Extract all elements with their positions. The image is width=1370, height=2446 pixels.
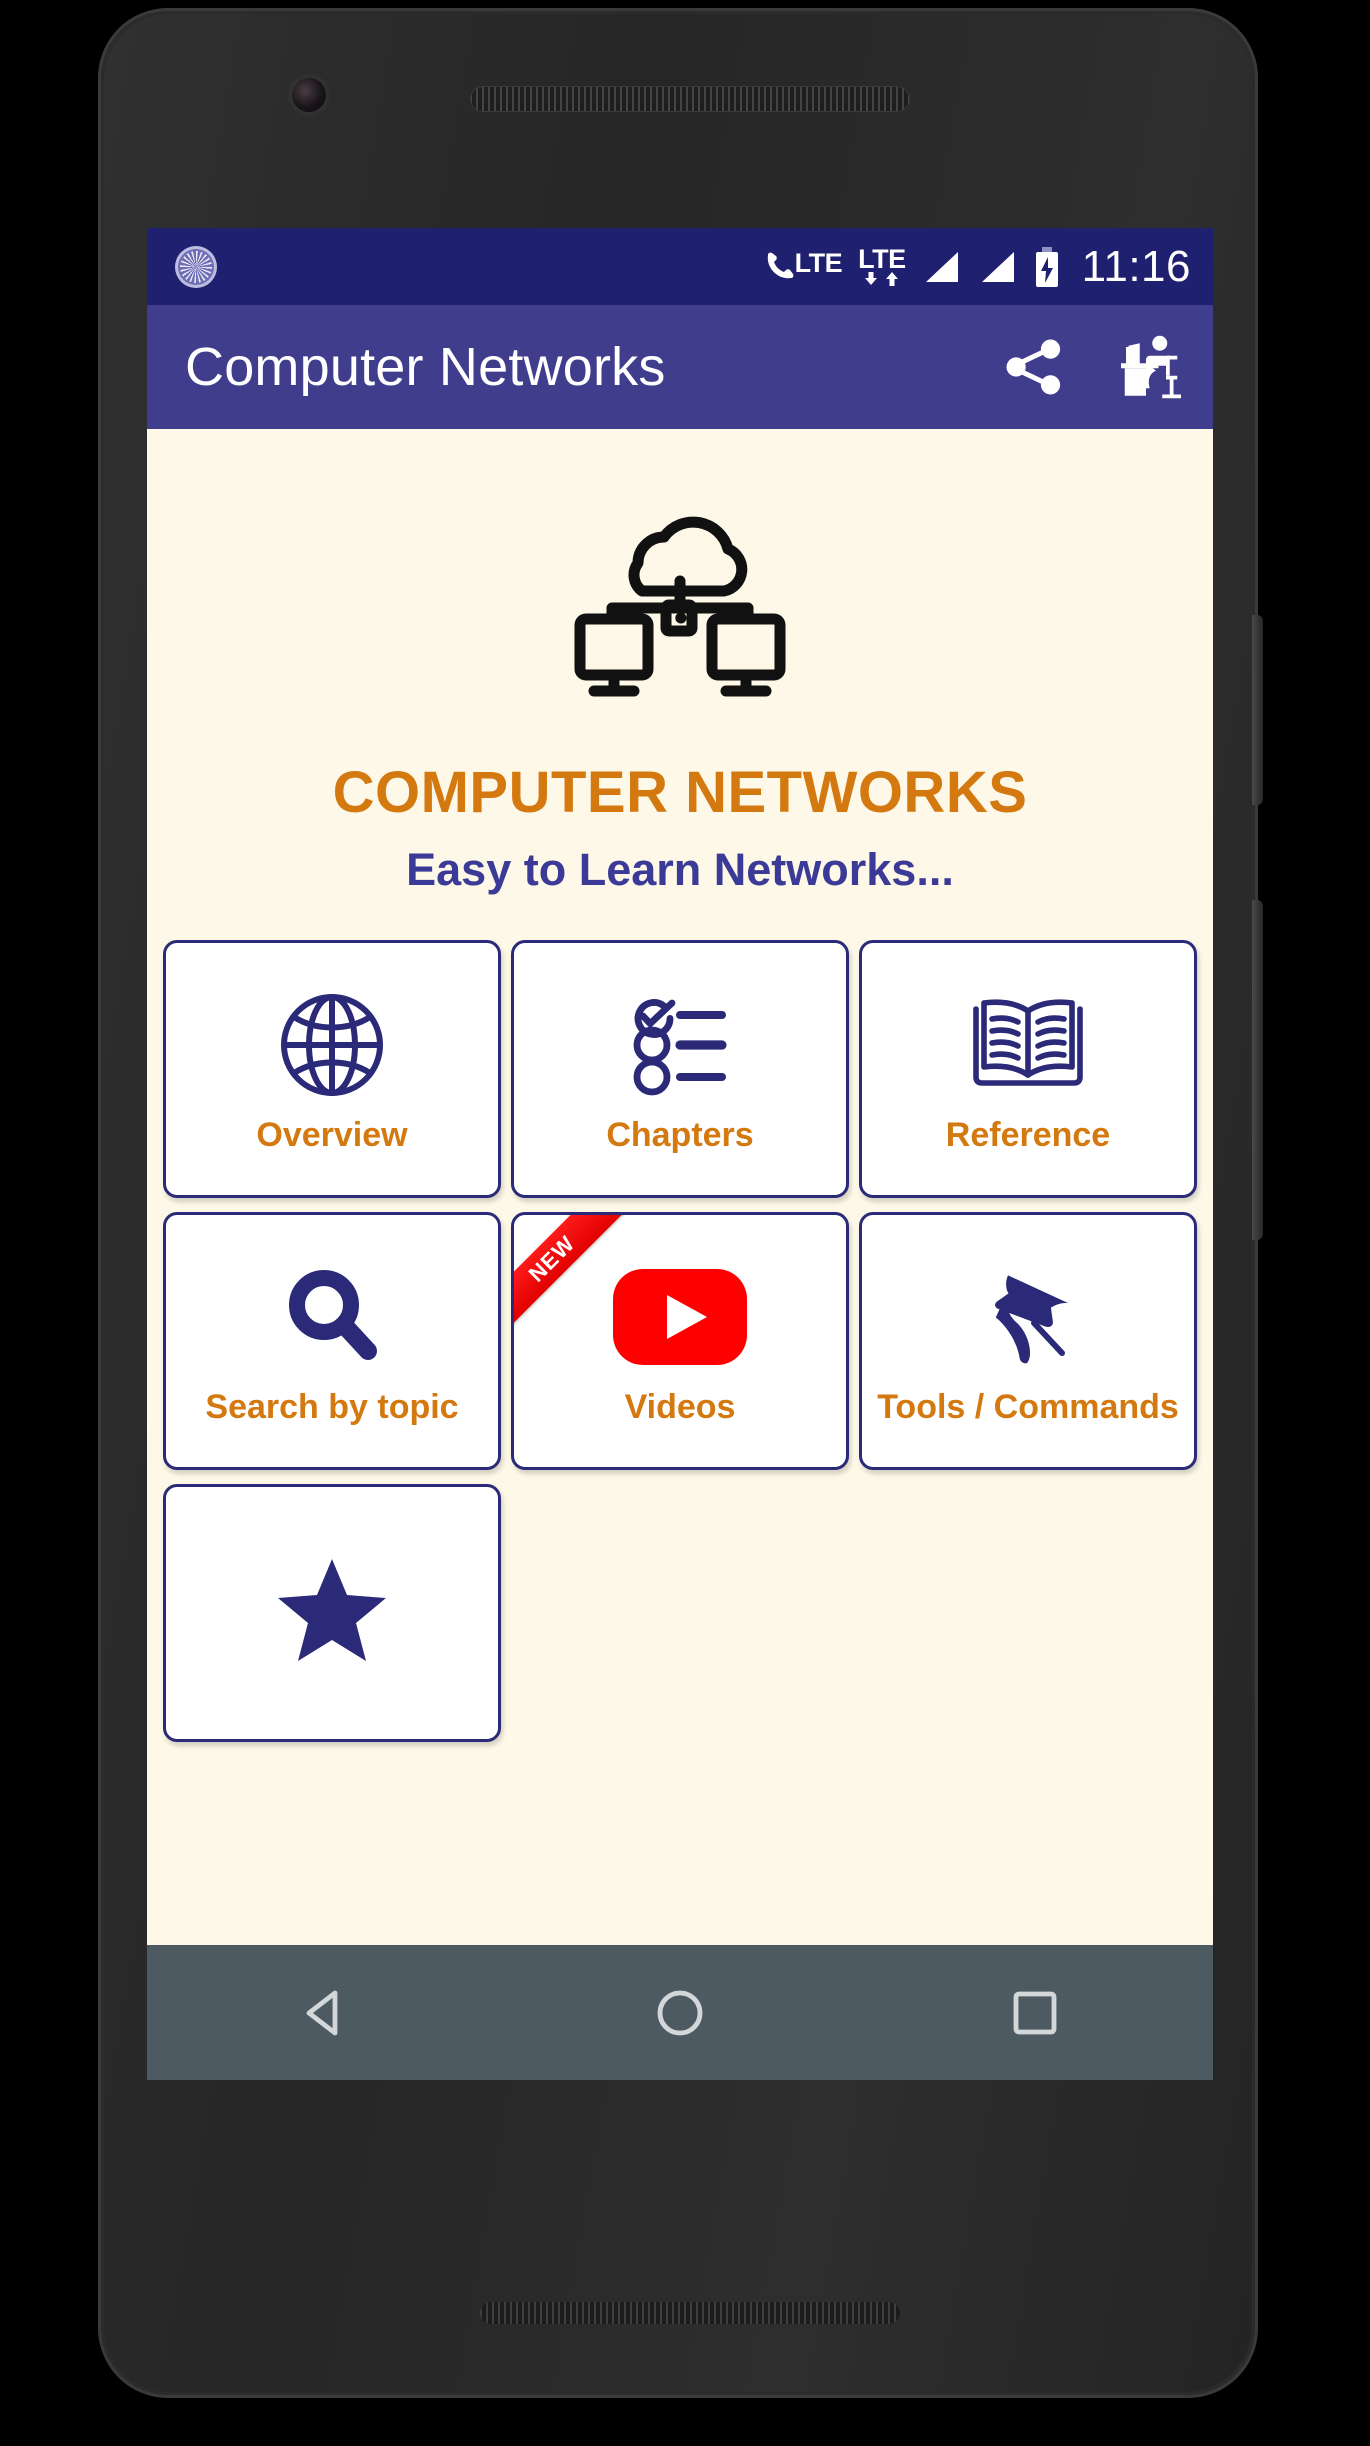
status-bar-clock: 11:16 xyxy=(1081,241,1191,291)
signal-bars-sim1-icon xyxy=(922,249,962,285)
share-icon[interactable] xyxy=(997,330,1071,404)
android-nav-bar xyxy=(147,1945,1213,2080)
volte-label: LTE xyxy=(794,247,843,278)
app-tagline: Easy to Learn Networks... xyxy=(406,844,954,895)
tile-favourites[interactable] xyxy=(163,1484,501,1742)
volte-icon: LTE xyxy=(764,247,843,284)
globe-icon xyxy=(276,981,388,1109)
cloud-network-icon xyxy=(147,499,1213,707)
battery-charging-icon xyxy=(1034,246,1060,287)
volume-button[interactable] xyxy=(1252,900,1263,1240)
phone-screen: LTE LTE 11:16 Computer Networks COMPUTER… xyxy=(147,228,1213,2080)
tile-label: Reference xyxy=(945,1116,1111,1155)
open-book-icon xyxy=(970,981,1086,1109)
back-button[interactable] xyxy=(270,1958,380,2068)
main-content: COMPUTER NETWORKS Easy to Learn Networks… xyxy=(147,429,1213,1945)
home-button[interactable] xyxy=(625,1958,735,2068)
tile-label: Overview xyxy=(256,1116,408,1155)
new-badge: NEW xyxy=(514,1215,625,1332)
lte-data-icon: LTE xyxy=(858,246,906,287)
lte-data-arrows xyxy=(863,271,900,287)
youtube-play-icon xyxy=(611,1253,749,1381)
tile-label: Chapters xyxy=(606,1116,754,1155)
tile-chapters[interactable]: Chapters xyxy=(511,940,849,1198)
status-bar: LTE LTE 11:16 xyxy=(147,228,1213,305)
recents-button[interactable] xyxy=(980,1958,1090,2068)
tile-label: Search by topic xyxy=(205,1388,459,1427)
app-headline: COMPUTER NETWORKS xyxy=(332,760,1028,825)
page-title: Computer Networks xyxy=(185,337,666,397)
app-bar-actions xyxy=(997,330,1183,404)
checklist-icon xyxy=(628,981,732,1109)
pushpin-icon xyxy=(974,1253,1082,1381)
lte-label: LTE xyxy=(858,244,906,274)
screenshot-root: LTE LTE 11:16 Computer Networks COMPUTER… xyxy=(0,0,1370,2446)
status-bar-right: LTE LTE 11:16 xyxy=(764,242,1191,292)
bottom-speaker-grille xyxy=(480,2302,900,2324)
study-desk-icon[interactable] xyxy=(1109,330,1183,404)
tile-search-by-topic[interactable]: Search by topic xyxy=(163,1212,501,1470)
tile-label: Tools / Commands xyxy=(877,1388,1179,1427)
power-button[interactable] xyxy=(1252,615,1263,805)
star-icon xyxy=(276,1546,388,1674)
status-bar-left xyxy=(175,245,217,288)
menu-grid: Overview Chapters Reference Search by to… xyxy=(147,940,1213,1742)
front-camera xyxy=(292,78,326,112)
tile-tools-commands[interactable]: Tools / Commands xyxy=(859,1212,1197,1470)
tile-overview[interactable]: Overview xyxy=(163,940,501,1198)
sync-spinner-icon xyxy=(175,245,217,288)
tile-label: Videos xyxy=(624,1388,736,1427)
signal-bars-sim2-icon xyxy=(978,249,1018,285)
app-bar: Computer Networks xyxy=(147,305,1213,429)
search-icon xyxy=(278,1253,386,1381)
tile-reference[interactable]: Reference xyxy=(859,940,1197,1198)
tile-videos[interactable]: NEW Videos xyxy=(511,1212,849,1470)
earpiece-speaker xyxy=(470,86,910,112)
